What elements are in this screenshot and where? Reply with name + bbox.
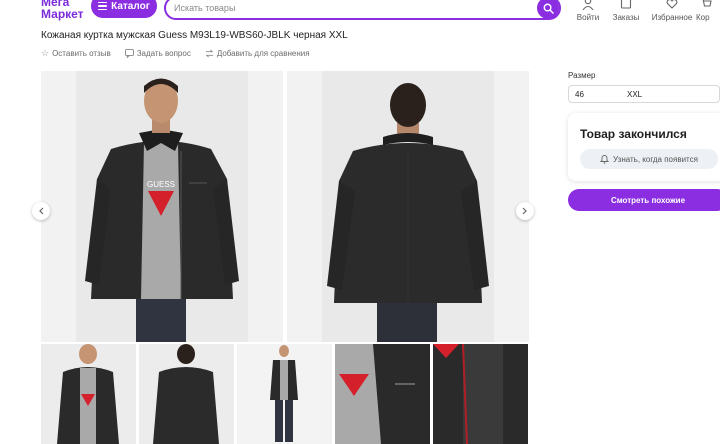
notify-label: Узнать, когда появится	[613, 154, 698, 164]
product-photo-front[interactable]: GUESS	[41, 71, 283, 342]
nav-cart-label: Кор	[696, 13, 710, 22]
leave-review-link[interactable]: ☆ Оставить отзыв	[41, 48, 111, 59]
out-of-stock-title: Товар закончился	[580, 127, 687, 141]
thumbnail-strip	[41, 344, 528, 444]
product-actions: ☆ Оставить отзыв Задать вопрос Добавить …	[41, 48, 310, 59]
jacket-back-illustration	[287, 71, 529, 342]
user-icon	[582, 0, 594, 10]
stock-status-card: Товар закончился Узнать, когда появится	[568, 113, 720, 181]
site-header: Мега Маркет Каталог Войти Заказы Избранн…	[0, 0, 720, 30]
thumbnail-1[interactable]	[41, 344, 136, 444]
bell-icon	[600, 155, 610, 164]
size-value-ru: 46	[575, 89, 584, 99]
svg-text:GUESS: GUESS	[147, 180, 175, 189]
nav-cart[interactable]: Кор	[690, 0, 720, 22]
add-to-compare-link[interactable]: Добавить для сравнения	[205, 48, 310, 59]
size-value-intl: XXL	[627, 89, 643, 99]
compare-icon	[205, 49, 214, 58]
avito-watermark: Avito	[610, 404, 698, 428]
add-to-compare-label: Добавить для сравнения	[216, 49, 310, 58]
catalog-label: Каталог	[111, 0, 150, 12]
catalog-button[interactable]: Каталог	[91, 0, 157, 18]
view-similar-button[interactable]: Смотреть похожие	[568, 189, 720, 211]
nav-orders-label: Заказы	[612, 13, 640, 22]
search-input[interactable]	[174, 1, 524, 15]
search-bar	[164, 0, 561, 20]
search-icon	[543, 3, 554, 14]
thumbnail-4[interactable]	[335, 344, 430, 444]
product-photo-back[interactable]	[287, 71, 529, 342]
menu-icon	[98, 1, 108, 11]
box-icon	[620, 0, 632, 9]
avito-watermark-text: Avito	[637, 404, 698, 428]
chevron-left-icon	[39, 207, 44, 215]
leave-review-label: Оставить отзыв	[52, 49, 111, 58]
chevron-right-icon	[522, 207, 527, 215]
product-title: Кожаная куртка мужская Guess M93L19-WBS6…	[41, 30, 348, 41]
thumbnail-5[interactable]	[433, 344, 528, 444]
thumbnail-2[interactable]	[139, 344, 234, 444]
logo-line-2: Маркет	[41, 7, 84, 21]
notify-when-available-button[interactable]: Узнать, когда появится	[580, 149, 718, 169]
size-label: Размер	[568, 71, 596, 80]
jacket-front-illustration: GUESS	[41, 71, 283, 342]
star-icon: ☆	[41, 48, 50, 58]
nav-orders[interactable]: Заказы	[601, 0, 651, 22]
avito-logo-icon	[610, 404, 634, 428]
ask-question-label: Задать вопрос	[136, 49, 191, 58]
chat-icon	[124, 49, 134, 58]
gallery-prev-button[interactable]	[32, 202, 50, 220]
thumbnail-3[interactable]	[237, 344, 332, 444]
ask-question-link[interactable]: Задать вопрос	[124, 48, 191, 59]
size-selector[interactable]: 46 XXL	[568, 85, 720, 103]
cart-icon	[702, 0, 712, 7]
megamarket-logo[interactable]: Мега Маркет	[41, 0, 84, 20]
heart-icon	[666, 0, 678, 9]
search-button[interactable]	[537, 0, 559, 19]
gallery-next-button[interactable]	[516, 202, 534, 220]
